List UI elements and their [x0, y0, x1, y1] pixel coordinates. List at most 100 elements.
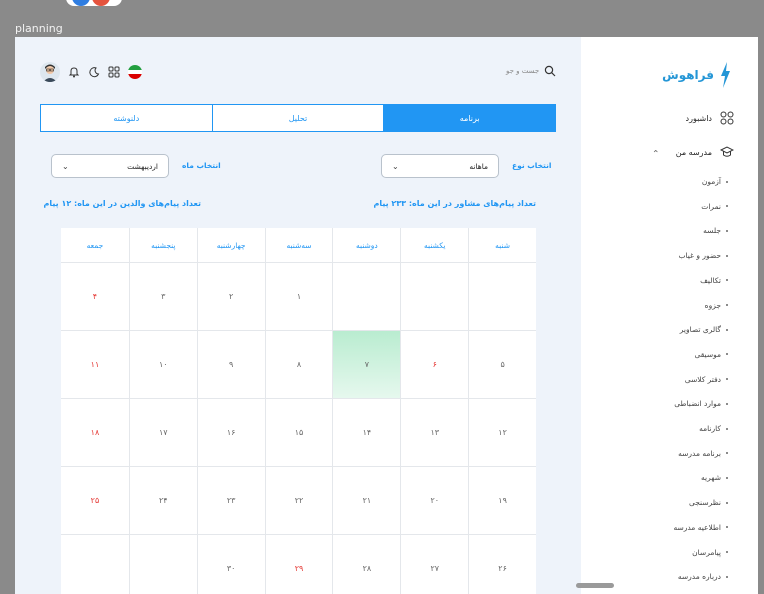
bell-icon[interactable]	[68, 66, 80, 78]
calendar-week-row: ۵ ۶ ۷ ۸ ۹ ۱۰ ۱۱	[61, 331, 536, 399]
calendar-day-cell[interactable]: ۲۲	[264, 467, 333, 534]
calendar-day-cell[interactable]: ۲۴	[128, 467, 197, 534]
calendar-day-cell[interactable]: ۱۸	[61, 399, 129, 466]
sidebar-subitem[interactable]: جلسه	[703, 226, 728, 235]
bullet-icon	[726, 526, 728, 529]
tab-bar: برنامه تحلیل دلنوشته	[39, 104, 556, 132]
type-select[interactable]: ماهانه ⌄	[381, 154, 499, 178]
calendar-day-cell[interactable]: ۱۹	[468, 467, 536, 534]
weekday-label: پنجشنبه	[128, 228, 197, 262]
calendar-day-cell[interactable]: ۲	[196, 263, 265, 330]
calendar-day-cell[interactable]: ۲۱	[332, 467, 400, 534]
sidebar-subitem[interactable]: کارنامه	[699, 424, 728, 433]
bullet-icon	[726, 501, 728, 504]
search-icon	[545, 65, 556, 77]
sidebar-subitem[interactable]: موارد انضباطی	[674, 399, 728, 408]
calendar-day-cell[interactable]: ۱۴	[332, 399, 400, 466]
calendar-day-cell[interactable]: ۲۳	[196, 467, 265, 534]
sidebar-subitem[interactable]: گالری تصاویر	[680, 325, 728, 334]
calendar-day-cell[interactable]: ۱	[264, 263, 333, 330]
calendar-day-cell[interactable]: ۲۹	[264, 535, 333, 594]
sidebar-subitem[interactable]: نظرسنجی	[689, 498, 728, 507]
calendar-day-cell[interactable]: ۱۶	[196, 399, 265, 466]
apps-icon[interactable]	[108, 66, 120, 78]
calendar-day-cell[interactable]: ۳	[128, 263, 197, 330]
window-title: planning	[15, 22, 63, 35]
avatar[interactable]	[40, 62, 60, 82]
calendar-day-cell[interactable]	[128, 535, 197, 594]
weekday-label: چهارشنبه	[196, 228, 265, 262]
calendar-day-cell[interactable]: ۱۷	[128, 399, 197, 466]
calendar-day-cell[interactable]	[400, 263, 468, 330]
calendar-week-row: ۱۹ ۲۰ ۲۱ ۲۲ ۲۳ ۲۴ ۲۵	[61, 467, 536, 535]
bullet-icon	[726, 229, 728, 232]
sidebar-subitem[interactable]: درباره مدرسه	[678, 572, 728, 581]
sidebar-subitem[interactable]: دفتر کلاسی	[685, 375, 728, 384]
type-select-value: ماهانه	[469, 161, 488, 171]
sidebar-subitem[interactable]: پیامرسان	[692, 548, 728, 557]
sidebar-subitem[interactable]: اطلاعیه مدرسه	[673, 523, 728, 532]
calendar-week-row: ۱۲۳۴	[61, 263, 536, 331]
calendar-day-cell[interactable]: ۱۳	[400, 399, 468, 466]
sidebar-item-my-school[interactable]: مدرسه من ⌄	[652, 145, 734, 159]
sidebar-subitem[interactable]: شهریه	[701, 473, 728, 482]
calendar-day-cell[interactable]: ۲۰	[400, 467, 468, 534]
sidebar-subitem-label: پیامرسان	[692, 547, 721, 557]
iran-flag-icon[interactable]	[128, 65, 142, 79]
calendar-day-cell[interactable]: ۳۰	[196, 535, 265, 594]
tab-notes[interactable]: دلنوشته	[39, 104, 212, 132]
brand[interactable]: فراهوش	[662, 61, 732, 89]
scrollbar[interactable]	[576, 583, 614, 588]
calendar-day-cell[interactable]: ۴	[61, 263, 129, 330]
sidebar-subitem[interactable]: نمرات	[701, 202, 728, 211]
calendar-day-cell[interactable]: ۶	[400, 331, 468, 398]
moon-icon[interactable]	[88, 66, 100, 78]
calendar-day-cell[interactable]: ۱۰	[128, 331, 197, 398]
calendar-day-cell[interactable]: ۹	[196, 331, 265, 398]
calendar-day-cell[interactable]	[468, 263, 536, 330]
graduation-cap-icon	[720, 146, 734, 157]
sidebar-subitem-label: موسیقی	[694, 349, 721, 359]
sidebar-subitem-label: نمرات	[701, 201, 721, 211]
calendar-day-cell[interactable]	[332, 263, 400, 330]
calendar-day-cell[interactable]: ۲۵	[61, 467, 129, 534]
sidebar-subitem[interactable]: جزوه	[705, 301, 728, 310]
sidebar-subitem-label: نظرسنجی	[688, 498, 721, 508]
tab-schedule[interactable]: برنامه	[383, 104, 556, 132]
month-select[interactable]: اردیبهشت ⌄	[51, 154, 169, 178]
calendar-day-cell[interactable]: ۲۸	[332, 535, 400, 594]
bullet-icon	[726, 427, 728, 430]
app-logo	[66, 0, 122, 6]
sidebar: فراهوش داشبورد مدرسه من ⌄ آزمون نمرات جلسه…	[581, 37, 758, 594]
sidebar-subitem[interactable]: آزمون	[702, 177, 728, 186]
bullet-icon	[726, 328, 728, 331]
calendar-week-row: ۲۶ ۲۷ ۲۸ ۲۹ ۳۰	[61, 535, 536, 594]
sidebar-item-label: مدرسه من	[675, 147, 712, 157]
sidebar-subitem-label: آزمون	[701, 177, 721, 186]
sidebar-subitem[interactable]: موسیقی	[695, 350, 728, 359]
weekday-label: شنبه	[468, 228, 536, 262]
calendar-day-cell[interactable]: ۱۵	[264, 399, 333, 466]
bullet-icon	[726, 353, 728, 356]
sidebar-subitem[interactable]: تکالیف	[700, 276, 728, 285]
calendar-day-cell[interactable]: ۲۶	[468, 535, 536, 594]
calendar-day-cell[interactable]: ۱۱	[61, 331, 129, 398]
sidebar-item-dashboard[interactable]: داشبورد	[686, 111, 734, 125]
calendar-day-cell[interactable]: ۲۷	[400, 535, 468, 594]
calendar-day-cell[interactable]	[61, 535, 129, 594]
bullet-icon	[726, 304, 728, 306]
calendar-day-cell[interactable]: ۸	[264, 331, 333, 398]
calendar-day-cell[interactable]: ۷	[332, 331, 401, 398]
sidebar-subitem-label: شهریه	[701, 473, 721, 483]
sidebar-subitem[interactable]: حضور و غیاب	[678, 251, 728, 260]
calendar-day-cell[interactable]: ۱۲	[468, 399, 536, 466]
sidebar-subitem[interactable]: برنامه مدرسه	[678, 449, 728, 458]
search-input[interactable]: جست و جو	[506, 65, 556, 77]
advisor-message-count: تعداد پیام‌های مشاور در این ماه: ۲۳۳ پیا…	[373, 199, 536, 208]
tab-analysis[interactable]: تحلیل	[211, 104, 384, 132]
bullet-icon	[726, 254, 728, 257]
calendar-day-cell[interactable]: ۵	[468, 331, 536, 398]
sidebar-subitem-label: گالری تصاویر	[679, 325, 721, 335]
sidebar-subitem-label: جلسه	[703, 226, 721, 236]
calendar-body: ۱ ۲ ۳ ۴ ۵ ۶ ۷ ۸ ۹ ۱۰ ۱۱ ۱۲ ۱۳ ۱۴ ۱۵ ۱۶ ۱۷ ۱۸ ۱۹ ۲۰ ۲۱ ۲۲ ۲۳ ۲۴ ۲…	[61, 263, 536, 594]
